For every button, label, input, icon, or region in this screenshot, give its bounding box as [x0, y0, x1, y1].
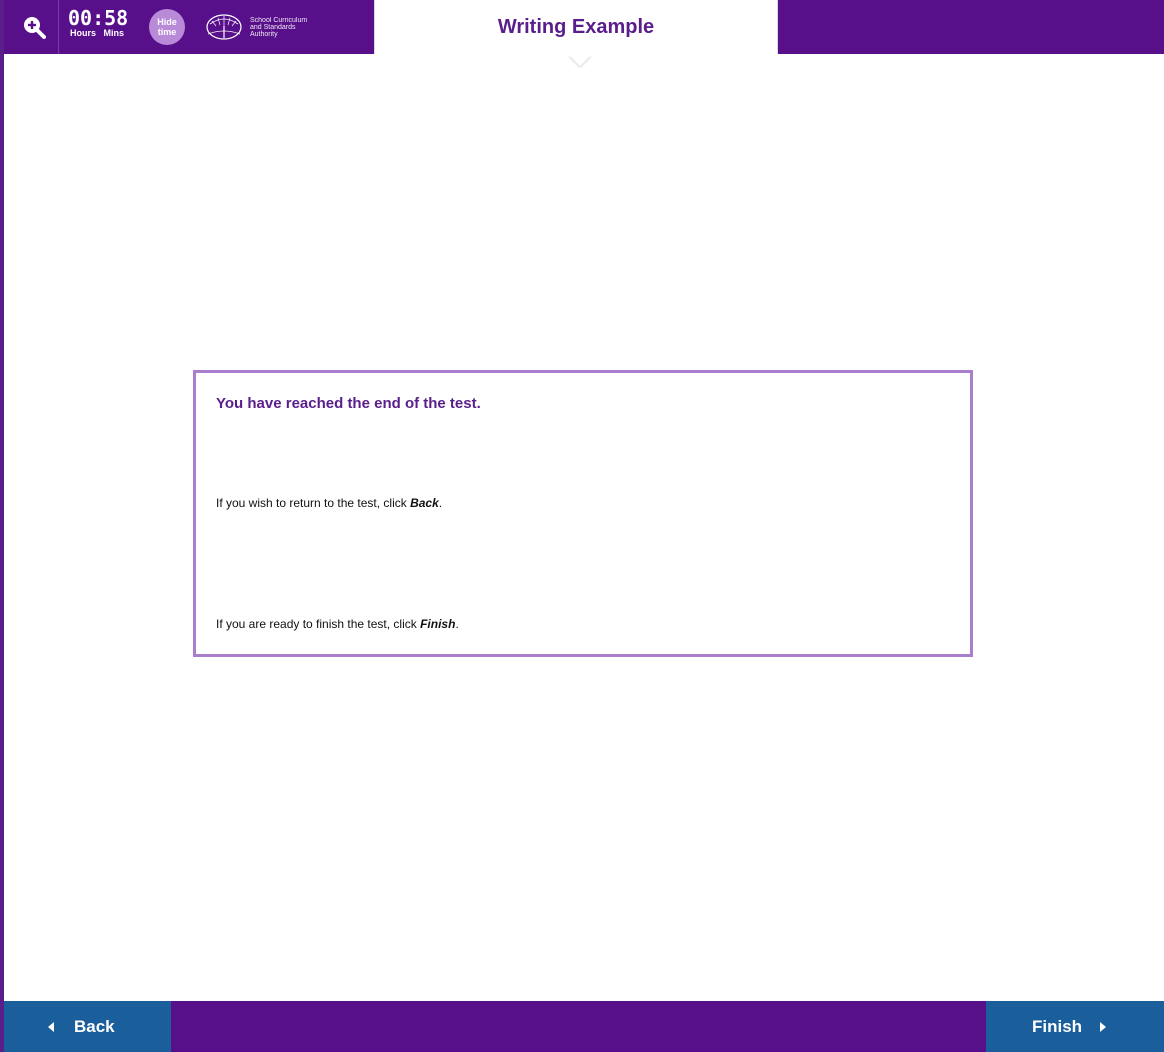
end-of-test-message: You have reached the end of the test. If… [193, 370, 973, 657]
finish-instruction-emphasis: Finish [420, 617, 456, 631]
chevron-right-icon [1100, 1021, 1107, 1032]
timer-units: Hours Mins [68, 28, 144, 38]
header-bar: 00:58 Hours Mins Hide time School Curric… [4, 0, 1164, 54]
scsa-logo: School Curriculum and Standards Authorit… [204, 9, 344, 45]
title-tab: Writing Example [374, 0, 778, 54]
test-app: 00:58 Hours Mins Hide time School Curric… [0, 0, 1164, 1052]
timer-digits: 00:58 [68, 8, 144, 28]
finish-instruction-suffix: . [455, 617, 459, 631]
message-back-instruction: If you wish to return to the test, click… [216, 496, 442, 510]
zoom-in-icon [24, 17, 46, 39]
timer-separator: : [92, 6, 105, 30]
timer-minutes: 58 [104, 6, 129, 30]
timer-hours: 00 [68, 6, 93, 30]
hide-time-label-1: Hide [157, 17, 177, 27]
title-pointer [568, 54, 592, 66]
zoom-in-button[interactable] [8, 0, 60, 54]
finish-instruction-prefix: If you are ready to finish the test, cli… [216, 617, 421, 631]
finish-button[interactable]: Finish [986, 1001, 1164, 1052]
timer-minutes-label: Mins [103, 28, 125, 38]
back-button[interactable]: Back [4, 1001, 171, 1052]
logo-text: School Curriculum and Standards Authorit… [250, 16, 308, 38]
back-instruction-emphasis: Back [410, 496, 439, 510]
page-title: Writing Example [497, 16, 655, 38]
back-instruction-suffix: . [438, 496, 443, 510]
back-instruction-prefix: If you wish to return to the test, click [216, 496, 411, 510]
hide-time-button[interactable]: Hide time [149, 9, 185, 45]
message-finish-instruction: If you are ready to finish the test, cli… [216, 617, 459, 631]
hide-time-label-2: time [157, 27, 177, 37]
countdown-timer: 00:58 Hours Mins [68, 8, 144, 48]
header-divider [58, 0, 59, 54]
back-button-label: Back [74, 1016, 115, 1036]
footer-bar: Back Finish [4, 1001, 1164, 1052]
timer-hours-label: Hours [70, 28, 97, 38]
message-heading: You have reached the end of the test. [216, 395, 481, 412]
chevron-left-icon [48, 1021, 54, 1032]
finish-button-label: Finish [1032, 1016, 1083, 1036]
tree-logo-icon [206, 14, 242, 40]
